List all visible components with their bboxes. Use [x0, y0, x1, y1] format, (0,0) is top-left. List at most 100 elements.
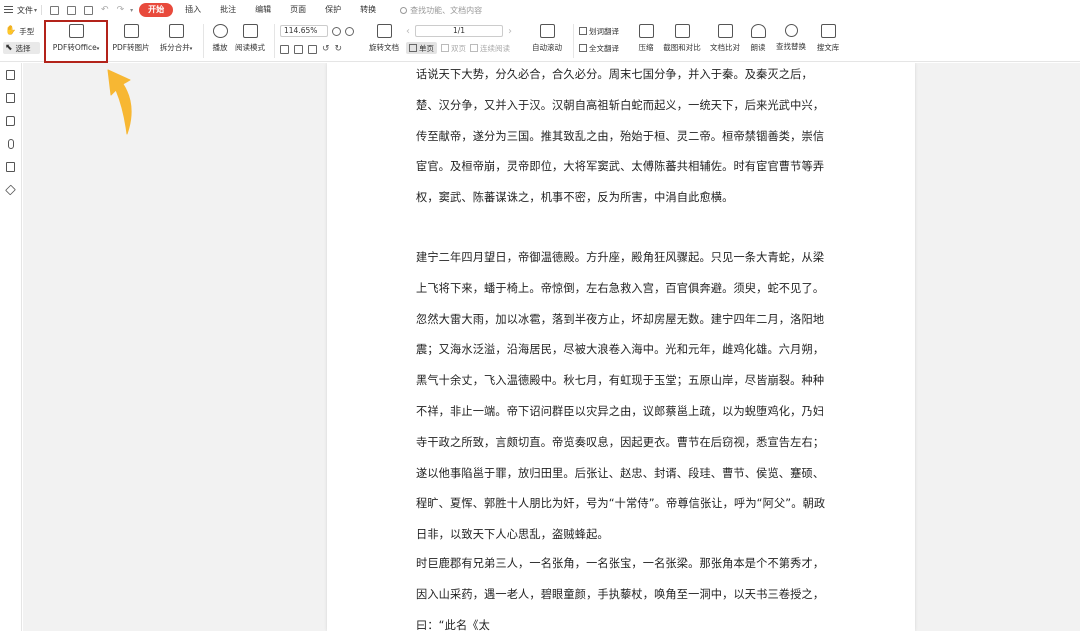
redo-icon[interactable]: ↷ — [117, 5, 125, 15]
fit-width-icon[interactable] — [308, 44, 317, 54]
signature-button[interactable] — [0, 155, 21, 178]
doc-library-label: 搜文库 — [816, 43, 840, 52]
tab-protect[interactable]: 保护 — [318, 3, 348, 17]
page-number-input[interactable]: 1/1 — [415, 25, 503, 37]
previous-page-icon[interactable]: ‹ — [406, 26, 410, 37]
screenshot-compare-label: 截图和对比 — [663, 43, 701, 52]
open-folder-icon[interactable] — [50, 5, 60, 15]
rotate-document-icon — [376, 24, 392, 38]
tutorial-highlight-box — [44, 20, 108, 63]
double-page-icon — [441, 44, 449, 52]
doc-compare-label: 文档比对 — [710, 43, 740, 52]
menu-bar: 文件 ▾ ↶ ↷ ▾ 开始 插入 批注 编辑 页面 保护 转换 查找功能、文档内… — [0, 0, 1080, 20]
tab-home[interactable]: 开始 — [139, 3, 174, 17]
paperclip-icon — [7, 138, 14, 149]
attachment-button[interactable] — [0, 132, 21, 155]
file-menu-label: 文件 — [17, 5, 33, 15]
split-merge-button[interactable]: 拆分合并▾ — [154, 20, 198, 62]
bookmark-icon — [6, 69, 15, 80]
word-translate-label: 划词翻译 — [589, 26, 619, 36]
bookmark-button[interactable] — [0, 63, 21, 86]
split-merge-icon — [168, 24, 184, 38]
rotate-document-button[interactable]: 旋转文档 — [366, 20, 402, 62]
zoom-input[interactable]: 114.65% — [280, 25, 328, 37]
document-page: 话说天下大势，分久必合，合久必分。周末七国分争，并入于秦。及秦灭之后，楚、汉分争… — [327, 63, 915, 631]
play-label: 播放 — [212, 43, 228, 52]
rotate-document-label: 旋转文档 — [369, 43, 399, 52]
doc-compare-icon — [717, 24, 733, 38]
continuous-read-label: 连续阅读 — [480, 43, 510, 53]
auto-scroll-icon — [539, 24, 555, 38]
find-replace-button[interactable]: 查找替换 — [771, 20, 811, 62]
comment-button[interactable] — [0, 109, 21, 132]
paragraph-2: 建宁二年四月望日，帝御温德殿。方升座，殿角狂风骤起。只见一条大青蛇，从梁上飞将下… — [416, 251, 826, 542]
thumbnail-button[interactable] — [0, 86, 21, 109]
translate-group: 划词翻译 全文翻译 — [579, 20, 633, 54]
auto-scroll-button[interactable]: 自动滚动 — [526, 20, 568, 62]
doc-compare-button[interactable]: 文档比对 — [705, 20, 745, 62]
layers-icon — [5, 184, 16, 195]
hand-tool-button[interactable]: ✋ 手型 — [5, 25, 40, 37]
find-replace-label: 查找替换 — [776, 42, 806, 51]
zoom-out-icon[interactable] — [332, 26, 341, 36]
continuous-read-button[interactable]: 连续阅读 — [470, 42, 510, 54]
book-icon — [242, 24, 258, 38]
single-page-icon — [409, 44, 417, 52]
tab-page[interactable]: 页面 — [283, 3, 313, 17]
auto-scroll-label: 自动滚动 — [532, 43, 562, 52]
select-tool-button[interactable]: ⬉ 选择 — [3, 42, 40, 54]
full-translate-icon — [579, 44, 587, 52]
word-translate-button[interactable]: 划词翻译 — [579, 25, 619, 37]
divider — [573, 24, 574, 58]
file-menu[interactable]: 文件 ▾ — [0, 0, 37, 20]
full-translate-label: 全文翻译 — [589, 43, 619, 53]
search-box[interactable]: 查找功能、文档内容 — [400, 5, 482, 16]
read-aloud-icon — [750, 24, 766, 38]
translate-icon — [579, 27, 587, 35]
ribbon-toolbar: ✋ 手型 ⬉ 选择 PDF转Office▾ PDF转图片 拆分合并▾ 播放 阅读… — [0, 20, 1080, 62]
page-navigation: ‹ 1/1 › 单页 双页 连续阅读 — [406, 20, 526, 54]
read-aloud-button[interactable]: 朗读 — [745, 20, 771, 62]
divider — [41, 5, 43, 15]
print-icon[interactable] — [84, 5, 94, 15]
tutorial-arrow-icon — [107, 69, 132, 135]
paragraph-1: 话说天下大势，分久必合，合久必分。周末七国分争，并入于秦。及秦灭之后，楚、汉分争… — [416, 68, 825, 205]
layers-button[interactable] — [0, 178, 21, 201]
play-icon — [212, 24, 228, 38]
divider — [203, 24, 204, 58]
full-translate-button[interactable]: 全文翻译 — [579, 42, 619, 54]
save-icon[interactable] — [67, 5, 77, 15]
tab-annotate[interactable]: 批注 — [213, 3, 243, 17]
doc-library-button[interactable]: 搜文库 — [811, 20, 845, 62]
zoom-in-icon[interactable] — [345, 26, 354, 36]
hamburger-icon — [4, 6, 14, 14]
continuous-read-icon — [470, 44, 478, 52]
rotate-left-icon[interactable]: ↺ — [322, 44, 330, 54]
find-icon — [784, 24, 798, 37]
rotate-right-icon[interactable]: ↻ — [335, 44, 343, 54]
read-mode-button[interactable]: 阅读模式 — [231, 20, 269, 62]
double-page-button[interactable]: 双页 — [441, 42, 466, 54]
library-icon — [820, 24, 836, 38]
cursor-arrow-icon: ⬉ — [5, 43, 13, 53]
tab-edit[interactable]: 编辑 — [248, 3, 278, 17]
split-merge-label: 拆分合并 — [159, 43, 190, 52]
pdf-to-image-label: PDF转图片 — [112, 43, 150, 52]
screenshot-compare-button[interactable]: 截图和对比 — [659, 20, 705, 62]
quick-access-dropdown-icon[interactable]: ▾ — [130, 7, 133, 14]
single-page-button[interactable]: 单页 — [406, 42, 437, 54]
undo-icon[interactable]: ↶ — [101, 5, 109, 15]
fit-page-icon[interactable] — [294, 44, 303, 54]
tab-insert[interactable]: 插入 — [178, 3, 208, 17]
select-tool-label: 选择 — [15, 43, 31, 53]
pdf-to-image-button[interactable]: PDF转图片 — [108, 20, 154, 62]
play-button[interactable]: 播放 — [209, 20, 231, 62]
document-canvas[interactable]: 话说天下大势，分久必合，合久必分。周末七国分争，并入于秦。及秦灭之后，楚、汉分争… — [23, 63, 1080, 631]
actual-size-icon[interactable] — [280, 44, 289, 54]
next-page-icon[interactable]: › — [508, 26, 512, 37]
tab-convert[interactable]: 转换 — [353, 3, 383, 17]
compress-button[interactable]: 压缩 — [633, 20, 659, 62]
left-sidebar — [0, 63, 22, 631]
chevron-down-icon: ▾ — [34, 6, 38, 14]
paragraph-3: 时巨鹿郡有兄弟三人，一名张角，一名张宝，一名张梁。那张角本是个不第秀才，因入山采… — [416, 557, 825, 631]
